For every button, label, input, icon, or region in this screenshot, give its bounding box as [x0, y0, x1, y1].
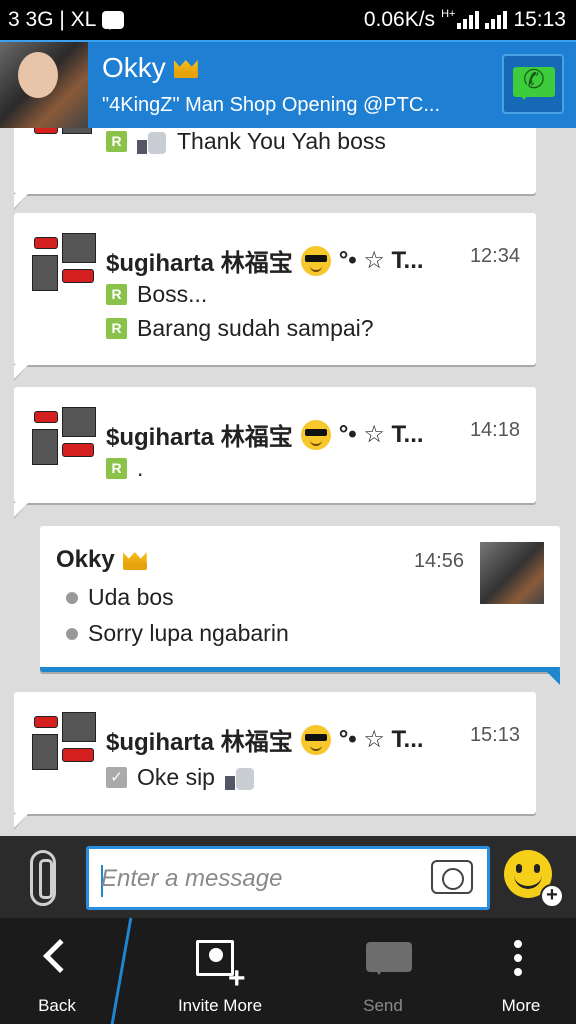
message-bubble-contact[interactable]: Okky 14:56 Uda bos Sorry lupa ngabarin — [40, 526, 560, 685]
message-text: Sorry lupa ngabarin — [88, 620, 289, 646]
sender-name-suffix: °• ☆ T... — [338, 421, 424, 448]
message-text: Thank You Yah boss — [177, 128, 386, 154]
sunglasses-emoji-icon — [300, 419, 331, 450]
message-line: R Boss... — [106, 281, 207, 308]
bullet-icon — [66, 591, 78, 604]
status-bar: 3 3G | XL 0.06K/s H+ 15:13 — [0, 0, 576, 40]
contact-avatar-small — [480, 542, 544, 604]
clock: 15:13 — [513, 8, 566, 31]
bbm-notification-icon — [102, 11, 125, 30]
read-receipt-icon: R — [106, 458, 127, 479]
message-bubble[interactable]: $ugiharta 林福宝 °• ☆ T... 14:18 R . — [14, 387, 536, 519]
more-button[interactable]: More — [466, 918, 576, 1024]
sender-name-suffix: °• ☆ T... — [338, 247, 424, 274]
thumbs-up-icon — [224, 766, 255, 790]
message-text: . — [137, 455, 144, 481]
more-dots-icon — [514, 940, 522, 948]
action-bar: Back Invite More + Send More — [0, 918, 576, 1024]
chat-list[interactable]: R Thank You Yah boss $ugiharta 林福宝 °• ☆ … — [0, 128, 576, 836]
sender-avatar — [32, 712, 98, 770]
message-text: Oke sip — [137, 764, 215, 790]
chat-header: Okky "4KingZ" Man Shop Opening @PTC... — [0, 40, 576, 128]
read-receipt-icon: R — [106, 131, 127, 152]
voice-call-button[interactable] — [502, 54, 564, 114]
message-line: R . — [106, 455, 143, 482]
read-receipt-icon: R — [106, 318, 127, 339]
contact-name: Okky — [102, 52, 166, 83]
crown-icon — [122, 550, 147, 570]
message-input-box[interactable] — [86, 846, 490, 910]
message-time: 14:56 — [413, 550, 464, 572]
sender-name-text: $ugiharta 林福宝 — [106, 424, 293, 451]
more-label: More — [501, 996, 541, 1015]
back-button[interactable]: Back — [0, 918, 114, 1024]
message-line: ✓ Oke sip — [106, 764, 255, 791]
invite-more-label: Invite More — [177, 996, 263, 1015]
signal-icon-2 — [485, 11, 508, 29]
ping-speed-icon[interactable] — [431, 860, 473, 894]
back-label: Back — [38, 996, 76, 1015]
send-bbm-icon — [366, 942, 412, 975]
bullet-icon — [66, 627, 78, 640]
sender-name: Okky — [56, 546, 147, 574]
sender-name-text: $ugiharta 林福宝 — [106, 729, 293, 756]
message-line: Sorry lupa ngabarin — [66, 620, 289, 647]
sender-name: $ugiharta 林福宝 °• ☆ T... — [106, 722, 424, 757]
message-bubble[interactable]: R Thank You Yah boss — [14, 128, 536, 210]
contact-status: "4KingZ" Man Shop Opening @PTC... — [102, 94, 440, 116]
network-speed: 0.06K/s — [363, 8, 436, 31]
phone-icon — [513, 65, 555, 100]
read-receipt-icon: R — [106, 284, 127, 305]
message-text: Barang sudah sampai? — [137, 315, 374, 341]
message-line: R Thank You Yah boss — [106, 128, 386, 155]
contact-title[interactable]: Okky — [102, 52, 198, 84]
message-bubble[interactable]: $ugiharta 林福宝 °• ☆ T... 15:13 ✓ Oke sip — [14, 692, 536, 830]
sunglasses-emoji-icon — [300, 724, 331, 755]
send-label: Send — [363, 996, 403, 1015]
sunglasses-emoji-icon — [300, 245, 331, 276]
sender-avatar — [32, 233, 98, 291]
message-time: 14:18 — [469, 419, 520, 441]
network-type: H+ — [441, 8, 456, 20]
message-text: Uda bos — [88, 584, 174, 610]
message-text: Boss... — [137, 281, 208, 307]
message-time: 12:34 — [469, 245, 520, 267]
thumbs-up-icon — [137, 130, 167, 154]
sender-name: $ugiharta 林福宝 °• ☆ T... — [106, 243, 424, 278]
signal-icon — [457, 11, 480, 29]
back-arrow-icon — [43, 939, 77, 973]
message-time: 15:13 — [469, 724, 520, 746]
message-line: R Barang sudah sampai? — [106, 315, 374, 342]
invite-plus-icon: + — [228, 962, 246, 995]
message-composer: + — [0, 836, 576, 918]
sender-avatar — [32, 407, 98, 465]
add-emoji-plus-icon[interactable]: + — [540, 884, 564, 908]
attach-paperclip-icon[interactable] — [30, 850, 56, 906]
sender-name-text: Okky — [56, 546, 115, 573]
carrier-text: 3 3G | XL — [8, 8, 97, 31]
crown-icon — [173, 58, 198, 78]
contact-avatar[interactable] — [0, 42, 88, 128]
sender-avatar — [32, 128, 98, 136]
message-line: Uda bos — [66, 584, 174, 611]
message-bubble[interactable]: $ugiharta 林福宝 °• ☆ T... 12:34 R Boss... … — [14, 213, 536, 381]
check-icon: ✓ — [106, 767, 127, 788]
sender-name-suffix: °• ☆ T... — [338, 726, 424, 753]
message-input[interactable] — [101, 861, 401, 897]
sender-name-text: $ugiharta 林福宝 — [106, 250, 293, 277]
sender-name: $ugiharta 林福宝 °• ☆ T... — [106, 417, 424, 452]
